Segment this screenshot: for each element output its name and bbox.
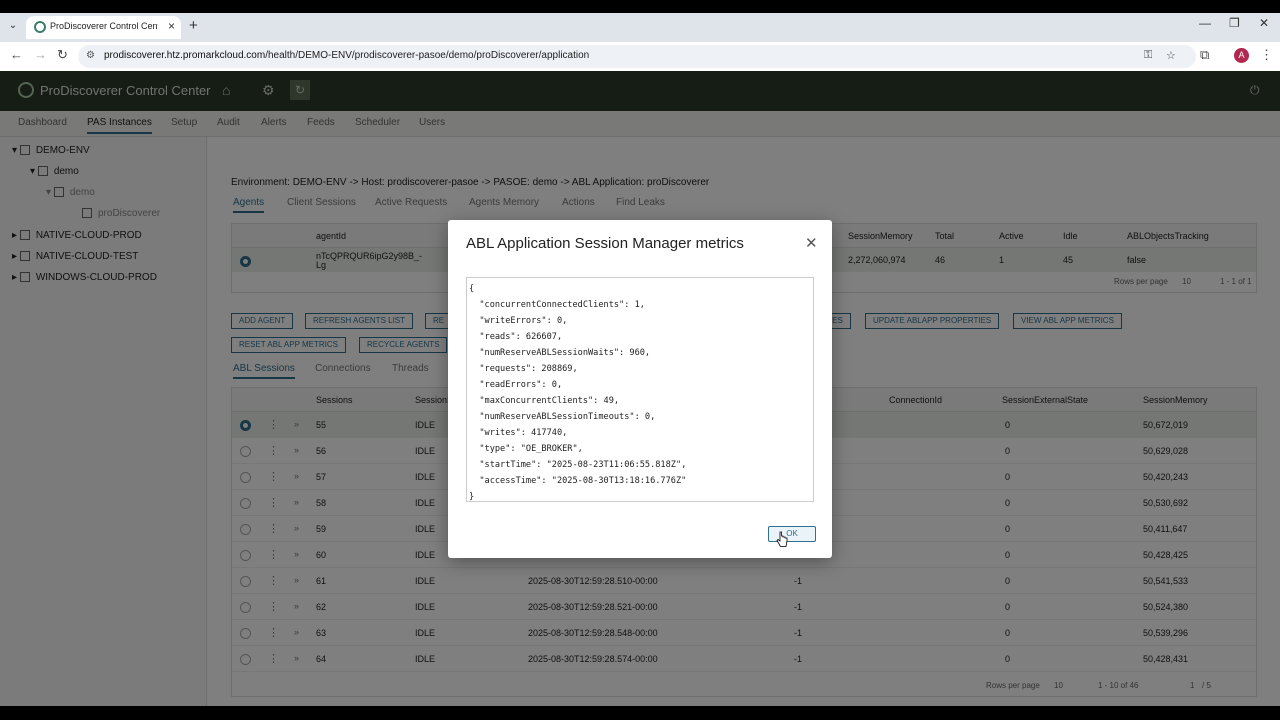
json-line: "requests": 208869, (469, 364, 578, 374)
json-line: "accessTime": "2025-08-30T13:18:16.776Z" (469, 476, 687, 486)
window-close-icon[interactable]: ✕ (1259, 16, 1269, 30)
screen-bottom-bar (0, 706, 1280, 720)
json-line: "reads": 626607, (469, 332, 563, 342)
new-tab-icon[interactable]: + (189, 17, 198, 34)
json-line: "numReserveABLSessionWaits": 960, (469, 348, 651, 358)
json-line: } (469, 492, 475, 502)
app-favicon-icon (34, 21, 46, 33)
json-line: "concurrentConnectedClients": 1, (469, 300, 645, 310)
json-line: "startTime": "2025-08-23T11:06:55.818Z", (469, 460, 687, 470)
tab-search-icon[interactable]: ⌄ (4, 17, 22, 35)
close-icon[interactable]: ✕ (805, 236, 818, 251)
tab-strip: ⌄ ProDiscoverer Control Center - × + — ❐… (0, 13, 1280, 39)
dialog-title: ABL Application Session Manager metrics (466, 235, 744, 252)
minimize-icon[interactable]: — (1199, 16, 1211, 30)
json-line: "numReserveABLSessionTimeouts": 0, (469, 412, 656, 422)
url-field[interactable]: ⚙ prodiscoverer.htz.promarkcloud.com/hea… (78, 45, 1196, 68)
screen-top-bar (0, 0, 1280, 13)
bookmark-star-icon[interactable]: ☆ (1166, 49, 1176, 62)
json-line: "maxConcurrentClients": 49, (469, 396, 620, 406)
browser-menu-icon[interactable]: ⋮ (1260, 47, 1273, 63)
json-line: "writeErrors": 0, (469, 316, 568, 326)
json-line: "readErrors": 0, (469, 380, 563, 390)
json-line: "writes": 417740, (469, 428, 568, 438)
url-text: prodiscoverer.htz.promarkcloud.com/healt… (104, 50, 590, 61)
json-line: "type": "OE_BROKER", (469, 444, 583, 454)
tab-title: ProDiscoverer Control Center - (50, 21, 158, 31)
reload-icon[interactable]: ↻ (57, 47, 68, 63)
back-icon[interactable]: ← (10, 47, 23, 62)
browser-tab[interactable]: ProDiscoverer Control Center - × (26, 16, 181, 39)
forward-icon[interactable]: → (34, 47, 47, 62)
mouse-pointer-icon (776, 531, 788, 547)
metrics-dialog: ABL Application Session Manager metrics … (448, 220, 832, 558)
extensions-icon[interactable]: ⧉ (1200, 47, 1209, 63)
site-info-icon[interactable]: ⚙ (86, 50, 95, 61)
address-bar: ← → ↻ ⚙ prodiscoverer.htz.promarkcloud.c… (0, 42, 1280, 71)
restore-icon[interactable]: ❐ (1229, 16, 1240, 30)
tab-close-icon[interactable]: × (168, 19, 175, 33)
profile-avatar[interactable]: A (1234, 48, 1249, 63)
browser-chrome: ⌄ ProDiscoverer Control Center - × + — ❐… (0, 13, 1280, 71)
password-key-icon[interactable]: ⚿ (1144, 49, 1152, 62)
metrics-json-output: { "concurrentConnectedClients": 1, "writ… (466, 277, 814, 502)
json-line: { (469, 284, 475, 294)
